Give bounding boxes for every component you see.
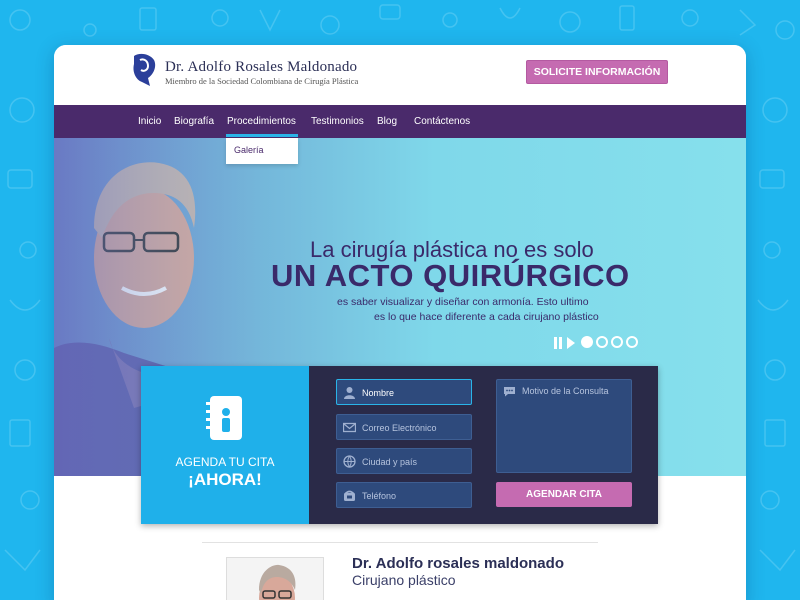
hero-subtext-2: es lo que hace diferente a cada cirujano… [374, 311, 599, 323]
phone-field-label: Teléfono [362, 491, 397, 501]
slider-dot-1[interactable] [581, 336, 593, 348]
logo-icon [133, 53, 156, 86]
appointment-title: AGENDA TU CITA [175, 455, 275, 469]
name-field[interactable]: Nombre [336, 379, 472, 405]
nav-active-indicator [226, 134, 298, 137]
nav-item-biografia[interactable]: Biografía [174, 105, 214, 138]
slider-dot-4[interactable] [626, 336, 638, 348]
globe-icon [343, 455, 356, 468]
city-field[interactable]: Ciudad y país [336, 448, 472, 474]
brand-subtitle: Miembro de la Sociedad Colombiana de Cir… [165, 76, 359, 86]
main-nav: Inicio Biografía Procedimientos Testimon… [54, 105, 746, 192]
play-icon[interactable] [567, 337, 575, 349]
schedule-button[interactable]: AGENDAR CITA [496, 482, 632, 507]
phone-icon [344, 490, 355, 501]
request-info-button[interactable]: SOLICITE INFORMACIÓN [526, 60, 668, 84]
message-textarea[interactable]: Motivo de la Consulta [496, 379, 632, 473]
browser-window: Dr. Adolfo Rosales Maldonado Miembro de … [54, 45, 746, 600]
email-field[interactable]: Correo Electrónico [336, 414, 472, 440]
nav-item-blog[interactable]: Blog [377, 105, 397, 138]
hero-headline-2: UN ACTO QUIRÚRGICO [271, 258, 630, 293]
contact-book-icon [206, 396, 242, 440]
city-field-label: Ciudad y país [362, 457, 418, 467]
section-divider [202, 542, 598, 543]
message-placeholder: Motivo de la Consulta [522, 386, 609, 396]
dropdown-item-galeria[interactable]: Galería [234, 145, 264, 155]
user-icon [344, 387, 355, 399]
email-field-label: Correo Electrónico [362, 423, 437, 433]
slider-dot-2[interactable] [596, 336, 608, 348]
appointment-title-now: ¡AHORA! [188, 470, 262, 489]
nav-item-inicio[interactable]: Inicio [138, 105, 161, 138]
appointment-form: AGENDA TU CITA ¡AHORA! Nombre Correo Ele… [141, 366, 658, 524]
procedures-dropdown: Galería [226, 138, 298, 164]
nav-item-testimonios[interactable]: Testimonios [311, 105, 364, 138]
envelope-icon [343, 422, 356, 433]
bio-role: Cirujano plástico [352, 572, 456, 588]
slider-controls [554, 336, 644, 350]
nav-item-contactenos[interactable]: Contáctenos [414, 105, 470, 138]
site-header: Dr. Adolfo Rosales Maldonado Miembro de … [54, 45, 746, 105]
bio-photo [226, 557, 324, 600]
hero-subtext-1: es saber visualizar y diseñar con armoní… [337, 296, 589, 308]
brand-name[interactable]: Dr. Adolfo Rosales Maldonado [165, 59, 357, 76]
doctor-avatar [259, 564, 296, 600]
name-field-label: Nombre [362, 388, 395, 398]
appointment-promo: AGENDA TU CITA ¡AHORA! [141, 366, 309, 524]
speech-bubble-icon [504, 387, 515, 397]
phone-field[interactable]: Teléfono [336, 482, 472, 508]
pause-icon[interactable] [554, 337, 563, 349]
bio-name: Dr. Adolfo rosales maldonado [352, 555, 564, 572]
slider-dot-3[interactable] [611, 336, 623, 348]
